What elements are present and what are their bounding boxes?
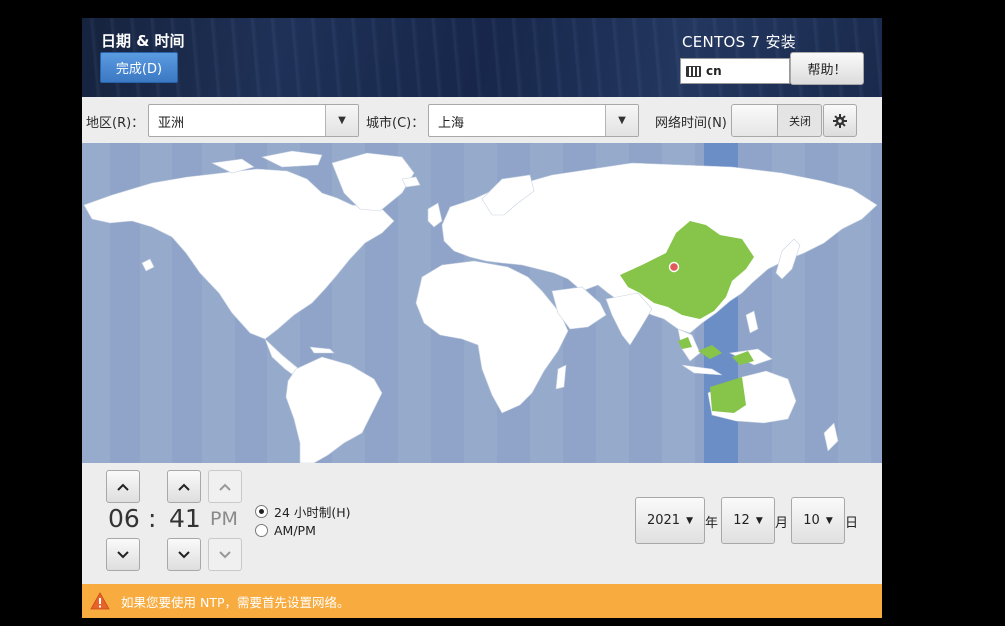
hour-increment-button[interactable] <box>106 470 140 503</box>
warning-triangle-icon <box>90 592 110 610</box>
ntp-toggle-knob[interactable] <box>732 105 778 136</box>
warning-text: 如果您要使用 NTP，需要首先设置网络。 <box>121 594 350 610</box>
ntp-toggle[interactable]: 关闭 <box>731 104 822 137</box>
city-value: 上海 <box>438 116 465 131</box>
minute-decrement-button[interactable] <box>167 538 201 571</box>
warning-bar: 如果您要使用 NTP，需要首先设置网络。 <box>82 584 882 618</box>
month-value: 12 <box>733 513 750 528</box>
year-unit: 年 <box>705 516 719 531</box>
time-separator: : <box>148 504 157 533</box>
year-value: 2021 <box>646 513 681 528</box>
month-unit: 月 <box>775 516 789 531</box>
ampm-display: PM <box>210 508 238 530</box>
product-title: CENTOS 7 安装 <box>682 33 797 51</box>
format-ampm-label: AM/PM <box>274 523 316 538</box>
keyboard-layout-label: cn <box>706 64 722 78</box>
month-dropdown[interactable]: 12 ▼ <box>721 497 775 544</box>
city-label: 城市(C)： <box>366 116 425 131</box>
ntp-label: 网络时间(N) <box>655 116 727 131</box>
chevron-down-icon <box>178 550 190 558</box>
ntp-toggle-state: 关闭 <box>789 115 811 128</box>
radio-indicator[interactable] <box>255 524 268 537</box>
format-ampm-radio[interactable]: AM/PM <box>255 523 316 538</box>
chevron-down-icon <box>219 550 231 558</box>
format-24h-radio[interactable]: 24 小时制(H) <box>255 502 351 521</box>
day-value: 10 <box>803 513 820 528</box>
ampm-increment-button[interactable] <box>208 470 242 503</box>
chevron-up-icon <box>178 483 190 491</box>
help-button[interactable]: 帮助！ <box>790 52 864 85</box>
region-combo[interactable]: 亚洲 ▼ <box>148 104 359 137</box>
header-bar: 日期 & 时间 完成(D) CENTOS 7 安装 cn 帮助！ <box>82 18 882 97</box>
page-title: 日期 & 时间 <box>101 32 185 50</box>
day-unit: 日 <box>845 516 859 531</box>
region-label: 地区(R)： <box>86 116 145 131</box>
keyboard-icon <box>686 65 701 77</box>
hour-decrement-button[interactable] <box>106 538 140 571</box>
chevron-down-icon: ▼ <box>825 515 833 526</box>
chevron-down-icon[interactable]: ▼ <box>325 105 358 136</box>
hour-display: 06 <box>108 504 140 533</box>
timezone-map[interactable] <box>82 143 882 463</box>
gear-icon <box>833 113 847 128</box>
format-24h-label: 24 小时制(H) <box>274 505 351 520</box>
day-dropdown[interactable]: 10 ▼ <box>791 497 845 544</box>
chevron-down-icon: ▼ <box>755 515 763 526</box>
world-map[interactable] <box>82 143 882 463</box>
location-pin-icon[interactable] <box>668 261 680 273</box>
minute-display: 41 <box>169 504 201 533</box>
year-dropdown[interactable]: 2021 ▼ <box>635 497 705 544</box>
city-combo[interactable]: 上海 ▼ <box>428 104 639 137</box>
done-button[interactable]: 完成(D) <box>100 52 178 83</box>
chevron-down-icon <box>117 550 129 558</box>
ampm-decrement-button[interactable] <box>208 538 242 571</box>
chevron-down-icon: ▼ <box>686 515 693 526</box>
minute-increment-button[interactable] <box>167 470 201 503</box>
chevron-up-icon <box>219 483 231 491</box>
chevron-down-icon[interactable]: ▼ <box>605 105 638 136</box>
chevron-up-icon <box>117 483 129 491</box>
ntp-settings-button[interactable] <box>823 104 857 137</box>
date-time-window: 日期 & 时间 完成(D) CENTOS 7 安装 cn 帮助！ 地区(R)： … <box>82 18 882 618</box>
region-value: 亚洲 <box>158 116 185 131</box>
keyboard-layout-indicator[interactable]: cn <box>680 58 790 84</box>
radio-indicator[interactable] <box>255 505 268 518</box>
